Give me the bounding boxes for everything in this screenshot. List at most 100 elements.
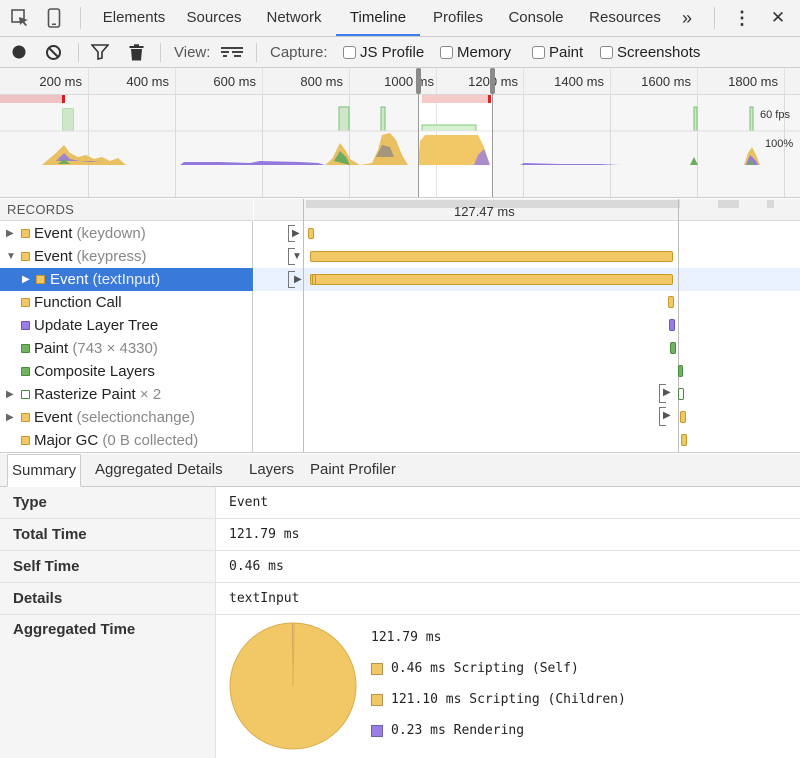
record-name: Composite Layers: [34, 363, 155, 380]
record-name: Event: [34, 409, 73, 426]
expand-triangle-icon[interactable]: ▶: [6, 383, 14, 406]
record-row[interactable]: Update Layer Tree: [0, 314, 253, 337]
expand-triangle-icon[interactable]: ▶: [6, 222, 14, 245]
record-bar[interactable]: [310, 274, 673, 285]
records-timeline[interactable]: 127.47 ms ▶ ▼ ▶ ▶ ▶: [254, 199, 800, 452]
scripting-swatch: [21, 436, 30, 445]
tab-aggregated-details[interactable]: Aggregated Details: [95, 454, 223, 486]
js-profile-label: JS Profile: [360, 43, 425, 61]
tab-elements[interactable]: Elements: [90, 0, 178, 36]
expand-triangle-icon[interactable]: ▶: [663, 410, 671, 421]
flame-chart-view-button[interactable]: [220, 37, 244, 67]
record-row[interactable]: Paint (743 × 4330): [0, 337, 253, 360]
checkbox-box: [343, 45, 356, 59]
summary-key: Total Time: [0, 519, 216, 550]
painting-outline-swatch: [21, 390, 30, 399]
tab-profiles[interactable]: Profiles: [422, 0, 494, 36]
summary-row-details: Details textInput: [0, 583, 800, 615]
window-left-handle[interactable]: [416, 68, 421, 94]
timeline-overview[interactable]: 200 ms 400 ms 600 ms 800 ms 1000 ms 1200…: [0, 68, 800, 198]
tab-layers[interactable]: Layers: [249, 454, 294, 486]
tab-console[interactable]: Console: [499, 0, 573, 36]
record-row[interactable]: Function Call: [0, 291, 253, 314]
device-mode-icon[interactable]: [42, 0, 66, 36]
paint-checkbox[interactable]: Paint: [532, 37, 583, 67]
inspect-element-icon[interactable]: [6, 0, 34, 36]
screenshots-checkbox[interactable]: Screenshots: [600, 37, 700, 67]
close-devtools-button[interactable]: ✕: [766, 0, 790, 36]
record-row[interactable]: Major GC (0 B collected): [0, 429, 253, 452]
record-bar[interactable]: [680, 411, 686, 423]
collapse-triangle-icon[interactable]: ▼: [6, 245, 16, 268]
legend-item: 121.10 ms Scripting (Children): [371, 692, 626, 707]
record-row-selected[interactable]: ▶ Event (textInput): [0, 268, 253, 291]
devtools-tabbar: Elements Sources Network Timeline Profil…: [0, 0, 800, 37]
capture-label: Capture:: [270, 43, 328, 61]
record-bar[interactable]: [668, 296, 674, 308]
overview-tick: 200 ms: [39, 74, 82, 89]
record-name: Paint: [34, 340, 69, 357]
expand-triangle-icon[interactable]: ▶: [22, 268, 30, 291]
overview-tick: 1000 ms: [384, 74, 434, 89]
tab-timeline[interactable]: Timeline: [336, 0, 420, 36]
customize-menu-button[interactable]: ⋮: [730, 0, 754, 36]
record-bar[interactable]: [670, 342, 676, 354]
filter-button[interactable]: [91, 37, 109, 67]
summary-value: textInput: [229, 591, 300, 606]
record-row[interactable]: ▶ Event (keydown): [0, 222, 253, 245]
legend-swatch: [371, 693, 383, 706]
tab-resources[interactable]: Resources: [580, 0, 670, 36]
record-row[interactable]: ▶ Rasterize Paint × 2: [0, 383, 253, 406]
tab-summary[interactable]: Summary: [7, 454, 82, 487]
record-bar[interactable]: [308, 228, 314, 239]
window-right-handle[interactable]: [490, 68, 495, 94]
garbage-collect-button[interactable]: [129, 37, 144, 67]
scripting-swatch: [21, 229, 30, 238]
record-detail: (keydown): [76, 225, 146, 242]
record-bar[interactable]: [678, 365, 683, 377]
record-bar-self: [312, 274, 316, 285]
record-name: Rasterize Paint: [34, 386, 136, 403]
collapse-triangle-icon[interactable]: ▼: [292, 251, 302, 262]
legend-swatch: [371, 662, 383, 675]
record-detail: (743 × 4330): [72, 340, 158, 357]
tab-sources[interactable]: Sources: [178, 0, 250, 36]
clear-button[interactable]: [45, 37, 62, 67]
expand-triangle-icon[interactable]: ▶: [292, 228, 300, 239]
record-row[interactable]: Composite Layers: [0, 360, 253, 383]
record-row[interactable]: ▶ Event (selectionchange): [0, 406, 253, 429]
more-tabs-button[interactable]: »: [676, 0, 698, 36]
expand-triangle-icon[interactable]: ▶: [294, 274, 302, 285]
window-duration-label: 127.47 ms: [454, 204, 515, 219]
scripting-swatch: [21, 413, 30, 422]
record-bar[interactable]: [669, 319, 675, 331]
record-bar[interactable]: [310, 251, 673, 262]
overview-tick: 1400 ms: [554, 74, 604, 89]
tab-network[interactable]: Network: [254, 0, 334, 36]
record-row[interactable]: ▼ Event (keypress): [0, 245, 253, 268]
screenshots-label: Screenshots: [617, 43, 701, 61]
painting-swatch: [21, 367, 30, 376]
paint-label: Paint: [549, 43, 584, 61]
legend-item: 0.23 ms Rendering: [371, 723, 524, 738]
record-bar[interactable]: [678, 388, 684, 400]
memory-checkbox[interactable]: Memory: [440, 37, 511, 67]
summary-row-aggregated-time: Aggregated Time 121.79 ms 0.46 ms Script…: [0, 615, 800, 758]
record-name: Event: [50, 271, 89, 288]
summary-value: Event: [229, 495, 269, 510]
legend-label: 121.10 ms Scripting (Children): [391, 692, 626, 707]
records-tree: RECORDS ▶ Event (keydown) ▼ Event (keypr…: [0, 199, 253, 452]
tab-paint-profiler[interactable]: Paint Profiler: [310, 454, 396, 486]
summary-value: 0.46 ms: [229, 559, 284, 574]
expand-triangle-icon[interactable]: ▶: [6, 406, 14, 429]
pie-total-label: 121.79 ms: [371, 630, 442, 645]
overview-dimmed-right: [493, 95, 800, 197]
summary-key: Self Time: [0, 551, 216, 582]
expand-triangle-icon[interactable]: ▶: [663, 387, 671, 398]
js-profile-checkbox[interactable]: JS Profile: [343, 37, 424, 67]
memory-label: Memory: [457, 43, 512, 61]
record-name: Event: [34, 225, 73, 242]
record-detail: (selectionchange): [76, 409, 195, 426]
record-button[interactable]: [11, 37, 27, 67]
record-bar[interactable]: [681, 434, 687, 446]
